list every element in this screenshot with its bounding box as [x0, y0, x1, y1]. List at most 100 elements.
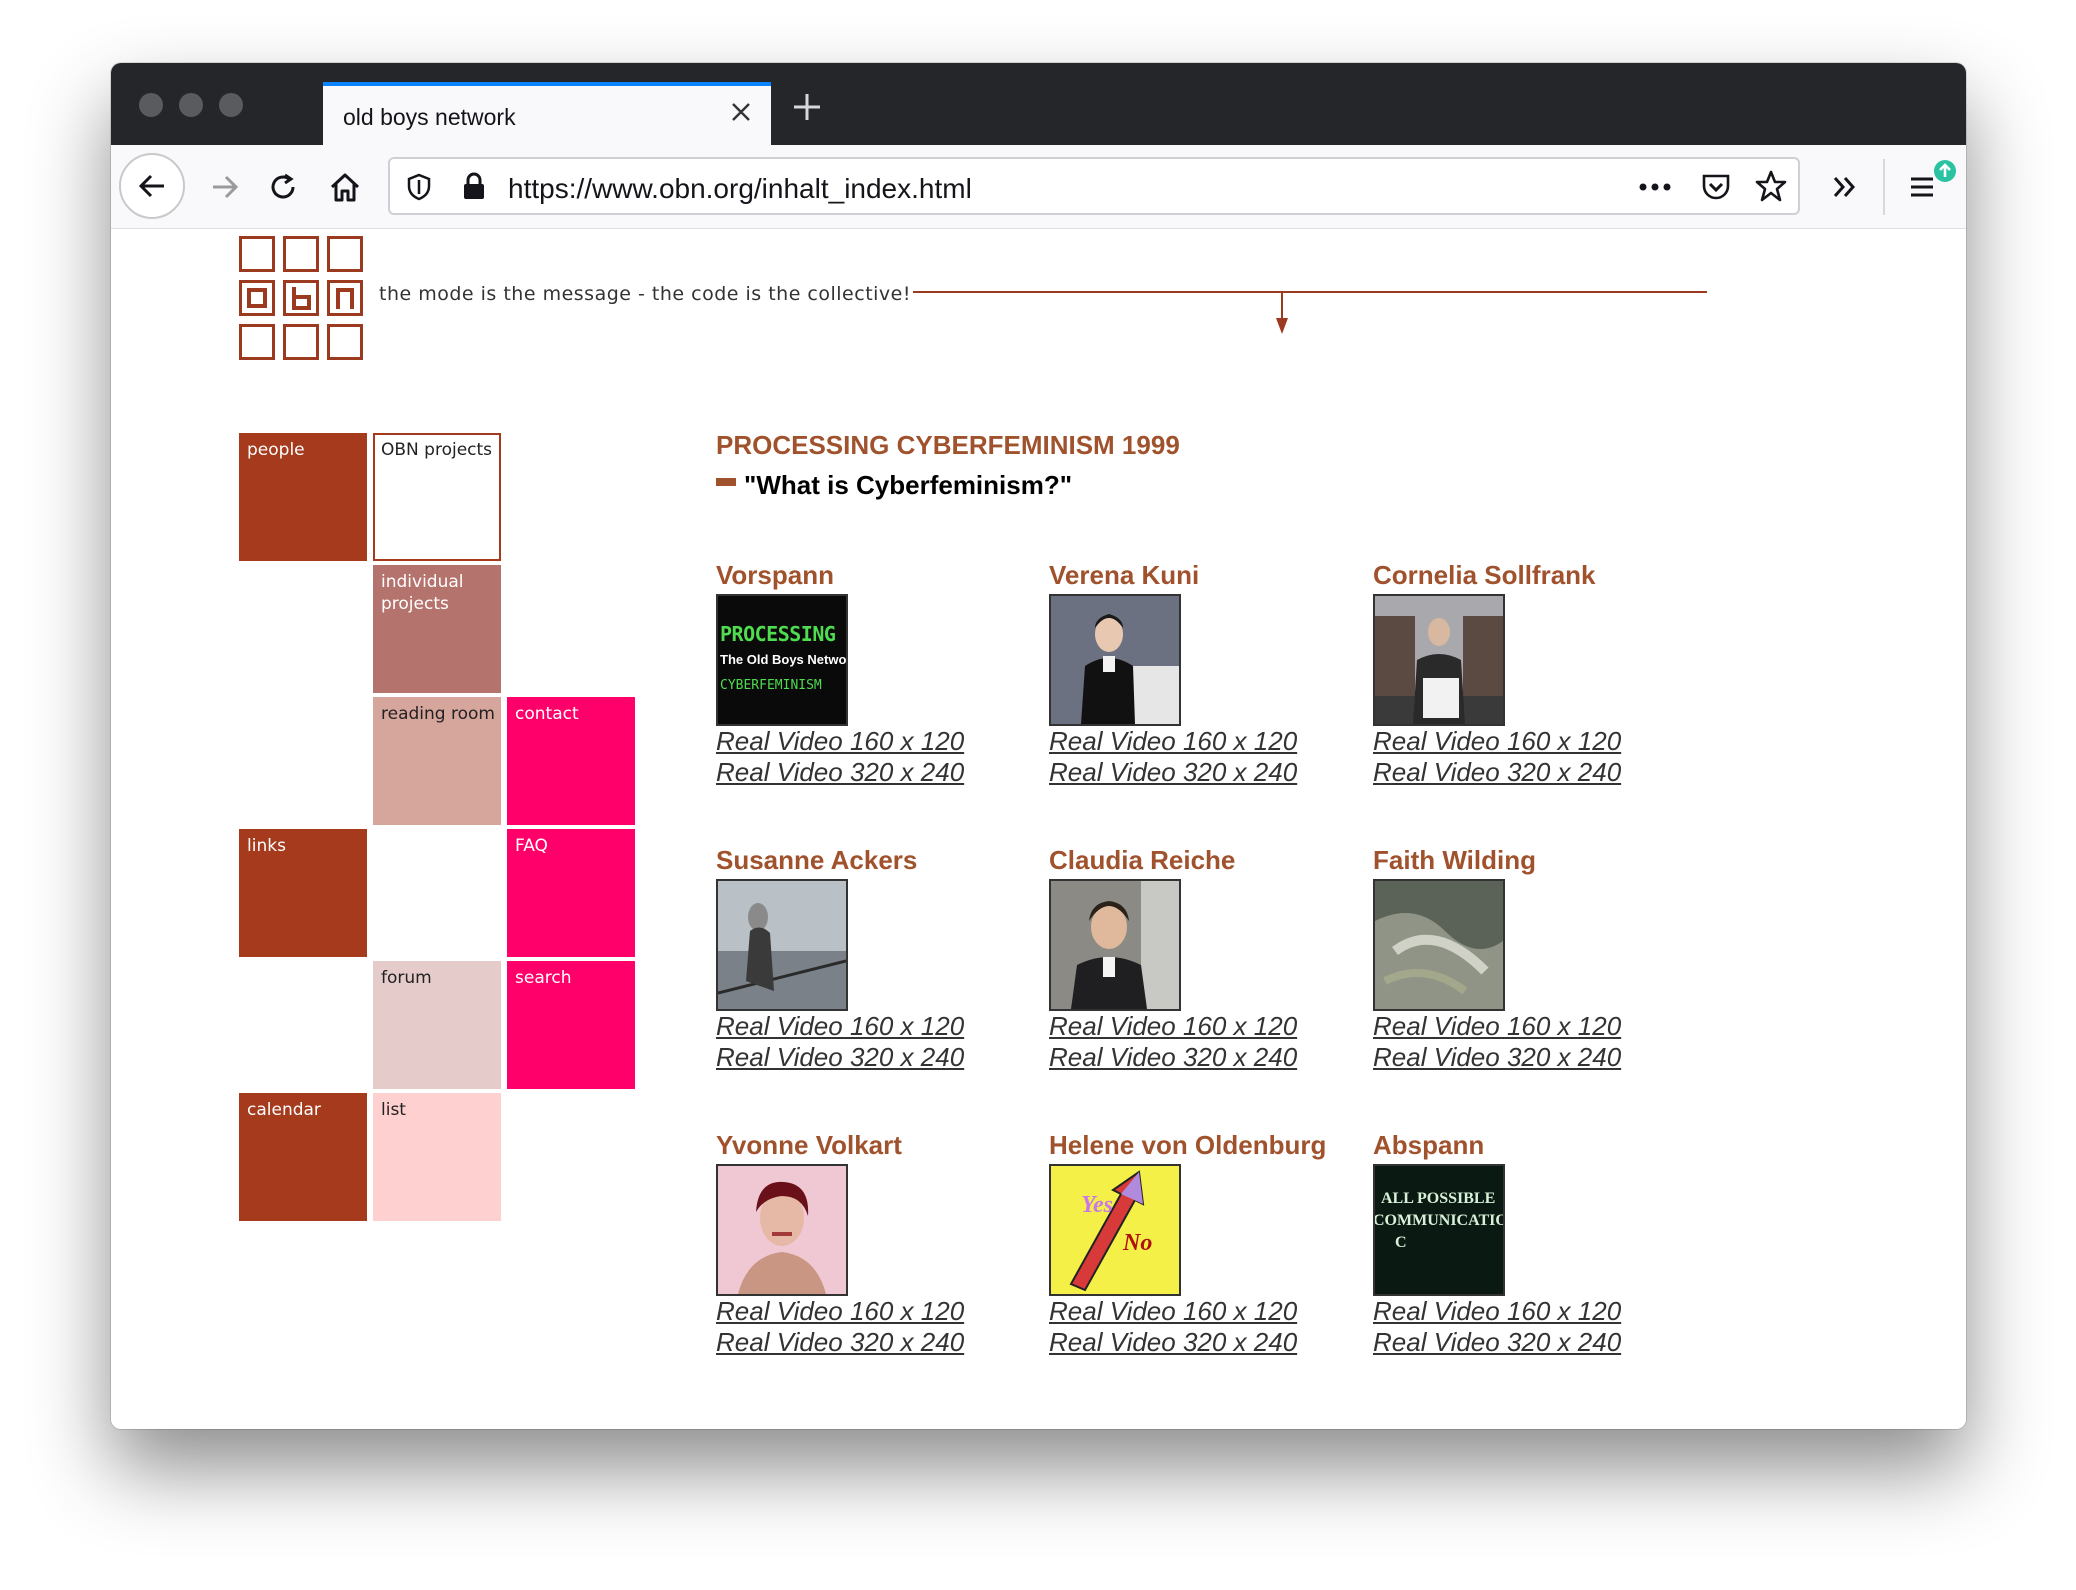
real-video-320-link[interactable]: Real Video 320 x 240: [716, 1327, 1016, 1358]
forward-button[interactable]: [199, 161, 251, 213]
speaker-photo: [718, 881, 846, 1009]
url-bar[interactable]: https://www.obn.org/inhalt_index.html: [388, 157, 1800, 215]
menu-label: search: [515, 968, 572, 988]
real-video-320-link[interactable]: Real Video 320 x 240: [716, 757, 1016, 788]
title-bar: old boys network: [111, 63, 1966, 145]
real-video-160-link[interactable]: Real Video 160 x 120: [1373, 726, 1673, 757]
toolbar-divider: [1883, 159, 1885, 215]
menu-label: forum: [381, 968, 432, 988]
menu-label: reading room: [381, 704, 495, 724]
real-video-160-link[interactable]: Real Video 160 x 120: [1373, 1011, 1673, 1042]
video-thumbnail[interactable]: [1373, 879, 1505, 1011]
tagline-arrow-icon: [913, 291, 1707, 334]
browser-window: old boys network https://www.obn.org/inh…: [111, 63, 1966, 1429]
logo-letter-o: [239, 280, 275, 316]
real-video-160-link[interactable]: Real Video 160 x 120: [1049, 1296, 1349, 1327]
forward-arrow-icon: [213, 175, 239, 199]
video-entry: Susanne Ackers Real Video 160 x 120 Real…: [716, 845, 1016, 1073]
home-icon: [330, 173, 360, 202]
minimize-window-button[interactable]: [179, 93, 203, 117]
video-thumbnail[interactable]: [1049, 879, 1181, 1011]
menu-calendar[interactable]: calendar: [239, 1093, 367, 1221]
pocket-icon[interactable]: [1700, 171, 1732, 208]
video-thumbnail[interactable]: [1373, 594, 1505, 726]
home-button[interactable]: [319, 161, 371, 213]
browser-tab[interactable]: old boys network: [323, 82, 771, 145]
video-entry: Faith Wilding Real Video 160 x 120 Real …: [1373, 845, 1673, 1073]
speaker-photo: [1375, 596, 1503, 724]
real-video-320-link[interactable]: Real Video 320 x 240: [1373, 1327, 1673, 1358]
video-thumbnail[interactable]: ALL POSSIBLE COMMUNICATIO C: [1373, 1164, 1505, 1296]
bookmark-star-icon[interactable]: [1754, 169, 1788, 208]
menu-individual-projects[interactable]: individual projects: [373, 565, 501, 693]
entry-name: Claudia Reiche: [1049, 845, 1236, 875]
logo-square: [283, 324, 319, 360]
menu-list[interactable]: list: [373, 1093, 501, 1221]
video-entry: Verena Kuni Real Video 160 x 120 Real Vi…: [1049, 560, 1349, 788]
real-video-160-link[interactable]: Real Video 160 x 120: [1373, 1296, 1673, 1327]
url-text[interactable]: https://www.obn.org/inhalt_index.html: [508, 173, 972, 205]
overflow-menu-button[interactable]: [1819, 161, 1871, 213]
logo-letter-b: [283, 280, 319, 316]
menu-label: contact: [515, 704, 579, 724]
real-video-320-link[interactable]: Real Video 320 x 240: [1049, 1042, 1349, 1073]
logo-square: [239, 236, 275, 272]
menu-reading-room[interactable]: reading room: [373, 697, 501, 825]
menu-label: list: [381, 1100, 406, 1120]
video-thumbnail[interactable]: [716, 1164, 848, 1296]
real-video-160-link[interactable]: Real Video 160 x 120: [716, 1011, 1016, 1042]
speaker-photo: [1051, 881, 1179, 1009]
tagline: the mode is the message - the code is th…: [379, 283, 911, 305]
app-menu-button[interactable]: [1899, 160, 1956, 213]
real-video-160-link[interactable]: Real Video 160 x 120: [1049, 1011, 1349, 1042]
entry-name: Vorspann: [716, 560, 834, 590]
zoom-window-button[interactable]: [219, 93, 243, 117]
back-arrow-icon: [138, 174, 164, 198]
video-entry: Yvonne Volkart Real Video 160 x 120 Real…: [716, 1130, 1016, 1358]
video-thumbnail[interactable]: Yes No: [1049, 1164, 1181, 1296]
menu-forum[interactable]: forum: [373, 961, 501, 1089]
tab-close-icon[interactable]: [725, 98, 757, 130]
video-entry: Helene von Oldenburg Yes No Real Video 1…: [1049, 1130, 1349, 1358]
real-video-320-link[interactable]: Real Video 320 x 240: [1049, 1327, 1349, 1358]
menu-faq[interactable]: FAQ: [507, 829, 635, 957]
video-thumbnail[interactable]: [1049, 594, 1181, 726]
menu-links[interactable]: links: [239, 829, 367, 957]
real-video-320-link[interactable]: Real Video 320 x 240: [1373, 1042, 1673, 1073]
lock-icon[interactable]: [462, 171, 486, 206]
real-video-320-link[interactable]: Real Video 320 x 240: [1049, 757, 1349, 788]
real-video-320-link[interactable]: Real Video 320 x 240: [1373, 757, 1673, 788]
menu-contact[interactable]: contact: [507, 697, 635, 825]
thumb-caption: No: [1123, 1230, 1153, 1256]
shield-icon[interactable]: [406, 173, 432, 206]
real-video-160-link[interactable]: Real Video 160 x 120: [1049, 726, 1349, 757]
reload-button[interactable]: [257, 161, 309, 213]
video-thumbnail[interactable]: PROCESSING The Old Boys Network CYBERFEM…: [716, 594, 848, 726]
thumb-caption: C: [1395, 1234, 1407, 1251]
menu-label: calendar: [247, 1100, 321, 1120]
logo-square: [239, 324, 275, 360]
close-window-button[interactable]: [139, 93, 163, 117]
menu-label: OBN projects: [381, 440, 493, 460]
real-video-160-link[interactable]: Real Video 160 x 120: [716, 1296, 1016, 1327]
subtitle-bullet: [716, 478, 736, 486]
back-button[interactable]: [119, 153, 185, 219]
logo-square: [327, 236, 363, 272]
real-video-160-link[interactable]: Real Video 160 x 120: [716, 726, 1016, 757]
update-badge-icon: [1933, 159, 1957, 188]
menu-people[interactable]: people: [239, 433, 367, 561]
real-video-320-link[interactable]: Real Video 320 x 240: [716, 1042, 1016, 1073]
reload-icon: [271, 173, 295, 199]
navigation-toolbar: https://www.obn.org/inhalt_index.html: [111, 145, 1966, 229]
logo-square: [283, 236, 319, 272]
menu-search[interactable]: search: [507, 961, 635, 1089]
entry-name: Abspann: [1373, 1130, 1485, 1160]
video-thumbnail[interactable]: [716, 879, 848, 1011]
more-actions-icon[interactable]: [1638, 175, 1672, 204]
tab-title: old boys network: [343, 104, 516, 130]
new-tab-icon[interactable]: [787, 89, 827, 129]
entry-name: Faith Wilding: [1373, 845, 1536, 875]
menu-obn-projects[interactable]: OBN projects: [373, 433, 501, 561]
thumb-caption: The Old Boys Network: [720, 652, 848, 667]
menu-label: links: [247, 836, 286, 856]
